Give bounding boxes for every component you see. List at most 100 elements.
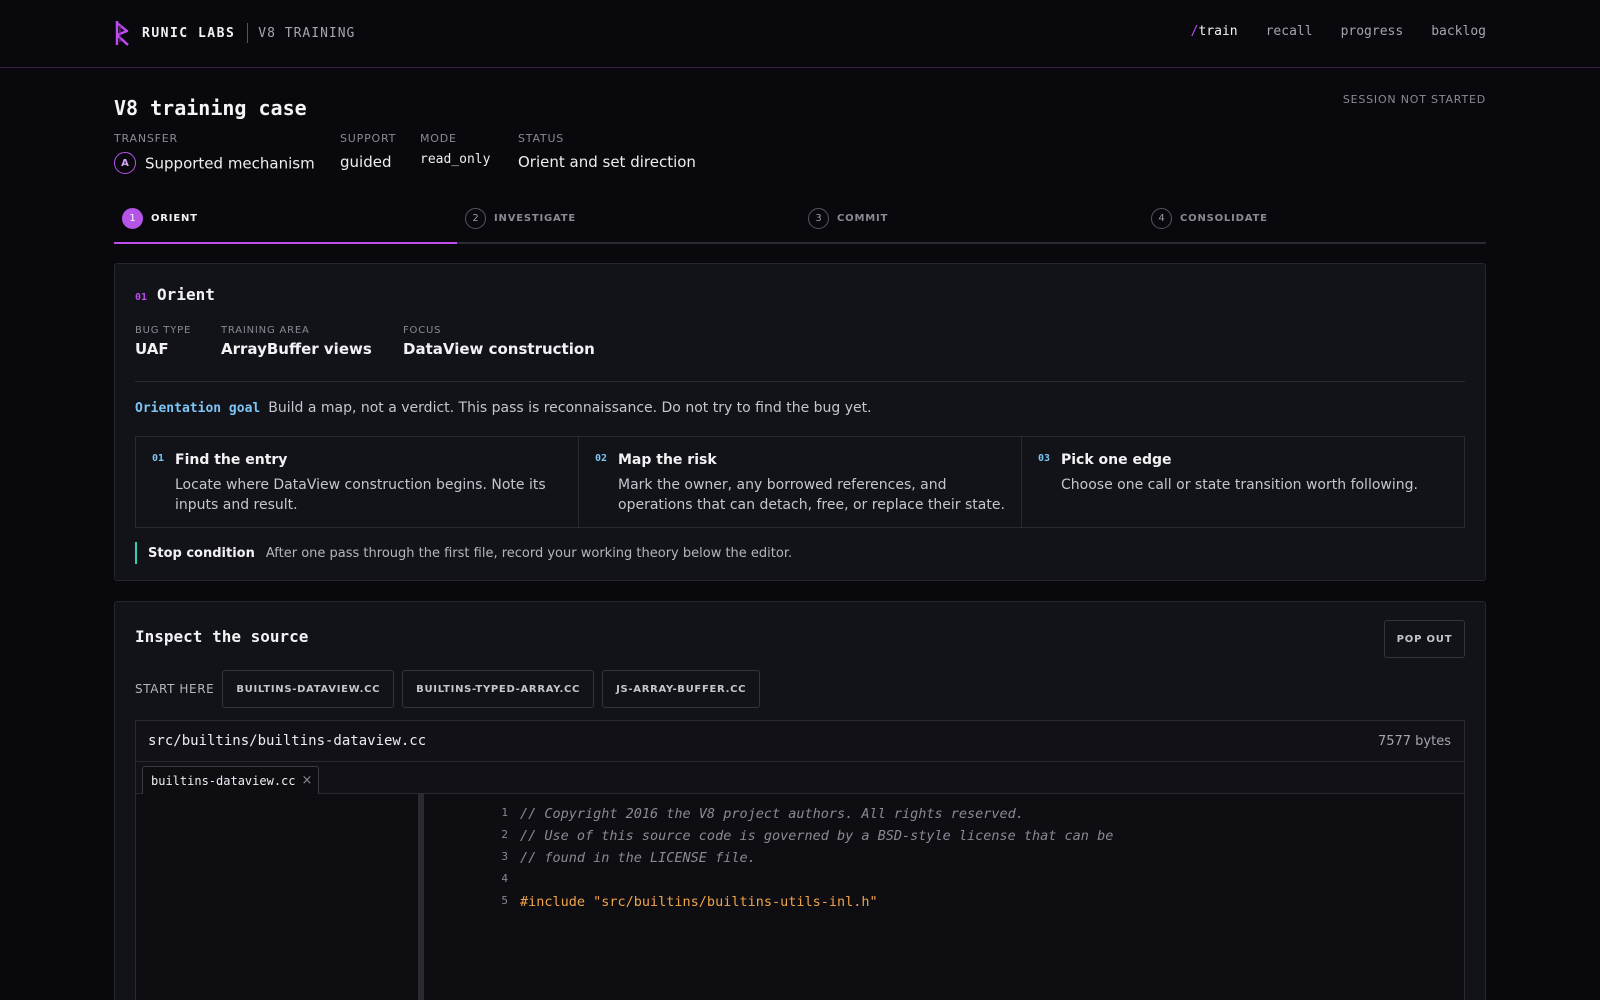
goal-text: Build a map, not a verdict. This pass is… <box>268 400 872 416</box>
step-investigate[interactable]: 2 INVESTIGATE <box>465 208 576 229</box>
source-panel: Inspect the source POP OUT START HERE BU… <box>114 601 1486 1000</box>
line-text: #include "src/builtins/builtins-utils-in… <box>520 894 878 910</box>
fact-label: TRAINING AREA <box>221 325 310 336</box>
editor-body: 1 // Copyright 2016 the V8 project autho… <box>136 794 1464 1000</box>
code-line: 4 <box>430 868 1464 890</box>
close-icon[interactable]: × <box>302 773 313 788</box>
file-tree-pane[interactable] <box>136 794 424 1000</box>
code-line: 2 // Use of this source code is governed… <box>430 824 1464 846</box>
nav-recall[interactable]: recall <box>1266 24 1313 39</box>
task-text: Mark the owner, any borrowed references,… <box>618 477 1005 513</box>
fact-focus: FOCUS DataView construction <box>403 325 595 358</box>
step-number: 2 <box>465 208 486 229</box>
code-editor: src/builtins/builtins-dataview.cc 7577 b… <box>135 720 1465 1000</box>
step-label: CONSOLIDATE <box>1180 213 1268 224</box>
meta-support-label: SUPPORT <box>340 132 397 145</box>
brand-subtitle: V8 TRAINING <box>258 25 356 41</box>
step-commit[interactable]: 3 COMMIT <box>808 208 888 229</box>
fact-bug-type: BUG TYPE UAF <box>135 325 191 358</box>
orient-number: 01 <box>135 292 148 303</box>
stop-label: Stop condition <box>148 545 255 561</box>
line-number: 4 <box>501 872 508 885</box>
meta-support-value: guided <box>340 153 392 171</box>
line-text: // found in the LICENSE file. <box>520 850 756 866</box>
step-number: 3 <box>808 208 829 229</box>
line-number: 5 <box>501 894 508 907</box>
task-title: Pick one edge <box>1061 452 1172 468</box>
orientation-goal: Orientation goal Build a map, not a verdi… <box>135 400 872 416</box>
goal-label: Orientation goal <box>135 401 261 416</box>
task-grid: 01 Find the entry Locate where DataView … <box>135 436 1465 528</box>
meta-status-value: Orient and set direction <box>518 153 696 171</box>
nav-train[interactable]: /train <box>1191 24 1238 39</box>
step-label: ORIENT <box>151 213 198 224</box>
editor-tab-name: builtins-dataview.cc <box>151 773 296 788</box>
task-text: Choose one call or state transition wort… <box>1061 477 1418 493</box>
code-line: 3 // found in the LICENSE file. <box>430 846 1464 868</box>
file-chip-builtins-typed-array[interactable]: BUILTINS-TYPED-ARRAY.CC <box>402 670 595 708</box>
meta-mode-label: MODE <box>420 132 457 145</box>
line-text: // Copyright 2016 the V8 project authors… <box>520 806 1024 822</box>
task-title: Map the risk <box>618 452 717 468</box>
meta-mode: MODE read_only <box>420 132 490 167</box>
step-label: COMMIT <box>837 213 889 224</box>
orient-panel: 01 Orient BUG TYPE UAF TRAINING AREA Arr… <box>114 263 1486 581</box>
step-consolidate[interactable]: 4 CONSOLIDATE <box>1151 208 1268 229</box>
phase-stepper: 1 ORIENT 2 INVESTIGATE 3 COMMIT 4 CONSOL… <box>114 204 1486 244</box>
editor-tab[interactable]: builtins-dataview.cc × <box>142 766 320 794</box>
editor-tab-bar: builtins-dataview.cc × <box>136 762 1464 794</box>
step-number: 1 <box>122 208 143 229</box>
fact-training-area: TRAINING AREA ArrayBuffer views <box>221 325 372 358</box>
nav-progress[interactable]: progress <box>1341 24 1404 39</box>
active-step-indicator <box>114 242 457 244</box>
step-orient[interactable]: 1 ORIENT <box>122 208 198 229</box>
code-line: 1 // Copyright 2016 the V8 project autho… <box>430 802 1464 824</box>
task-title: Find the entry <box>175 452 288 468</box>
task-pick-edge: 03 Pick one edge Choose one call or stat… <box>1022 437 1464 527</box>
task-find-entry: 01 Find the entry Locate where DataView … <box>136 437 579 527</box>
file-chip-js-array-buffer[interactable]: JS-ARRAY-BUFFER.CC <box>602 670 761 708</box>
file-chip-builtins-dataview[interactable]: BUILTINS-DATAVIEW.CC <box>222 670 395 708</box>
brand[interactable]: RUNIC LABS V8 TRAINING <box>114 19 355 47</box>
editor-header: src/builtins/builtins-dataview.cc 7577 b… <box>136 721 1464 762</box>
pop-out-button[interactable]: POP OUT <box>1384 620 1465 658</box>
section-divider <box>135 381 1465 382</box>
task-map-risk: 02 Map the risk Mark the owner, any borr… <box>579 437 1022 527</box>
editor-file-size: 7577 bytes <box>1377 734 1451 749</box>
fact-value: ArrayBuffer views <box>221 340 372 358</box>
task-number: 02 <box>595 453 608 464</box>
line-number: 1 <box>501 806 508 819</box>
step-label: INVESTIGATE <box>494 213 577 224</box>
meta-status: STATUS Orient and set direction <box>518 132 696 171</box>
task-text: Locate where DataView construction begin… <box>175 477 546 513</box>
fact-label: FOCUS <box>403 325 442 336</box>
fact-value: DataView construction <box>403 340 595 358</box>
start-here-label: START HERE <box>135 682 215 696</box>
orient-title: Orient <box>157 285 215 304</box>
runic-logo-icon <box>115 21 129 46</box>
code-line: 5 #include "src/builtins/builtins-utils-… <box>430 890 1464 912</box>
top-bar: RUNIC LABS V8 TRAINING /train recall pro… <box>0 0 1600 68</box>
task-number: 01 <box>152 453 165 464</box>
stop-text: After one pass through the first file, r… <box>265 545 793 561</box>
step-number: 4 <box>1151 208 1172 229</box>
nav-backlog[interactable]: backlog <box>1431 24 1486 39</box>
page-title: V8 training case <box>114 96 307 120</box>
line-number: 2 <box>501 828 508 841</box>
main-nav: /train recall progress backlog <box>1191 24 1486 39</box>
session-status: SESSION NOT STARTED <box>1342 93 1486 106</box>
meta-transfer-value: Supported mechanism <box>145 154 315 173</box>
meta-status-label: STATUS <box>518 132 565 145</box>
meta-transfer: TRANSFER A Supported mechanism <box>114 132 315 174</box>
task-number: 03 <box>1038 453 1051 464</box>
orient-heading: 01 Orient <box>135 285 215 304</box>
line-text: // Use of this source code is governed b… <box>520 828 1114 844</box>
fact-value: UAF <box>135 340 169 358</box>
start-here-files: START HERE BUILTINS-DATAVIEW.CC BUILTINS… <box>135 670 761 708</box>
code-view[interactable]: 1 // Copyright 2016 the V8 project autho… <box>430 802 1464 912</box>
brand-name: RUNIC LABS <box>142 25 236 41</box>
line-number: 3 <box>501 850 508 863</box>
meta-transfer-value-wrap: A Supported mechanism <box>114 152 315 175</box>
source-title: Inspect the source <box>135 627 309 646</box>
stop-condition: Stop condition After one pass through th… <box>135 542 792 564</box>
